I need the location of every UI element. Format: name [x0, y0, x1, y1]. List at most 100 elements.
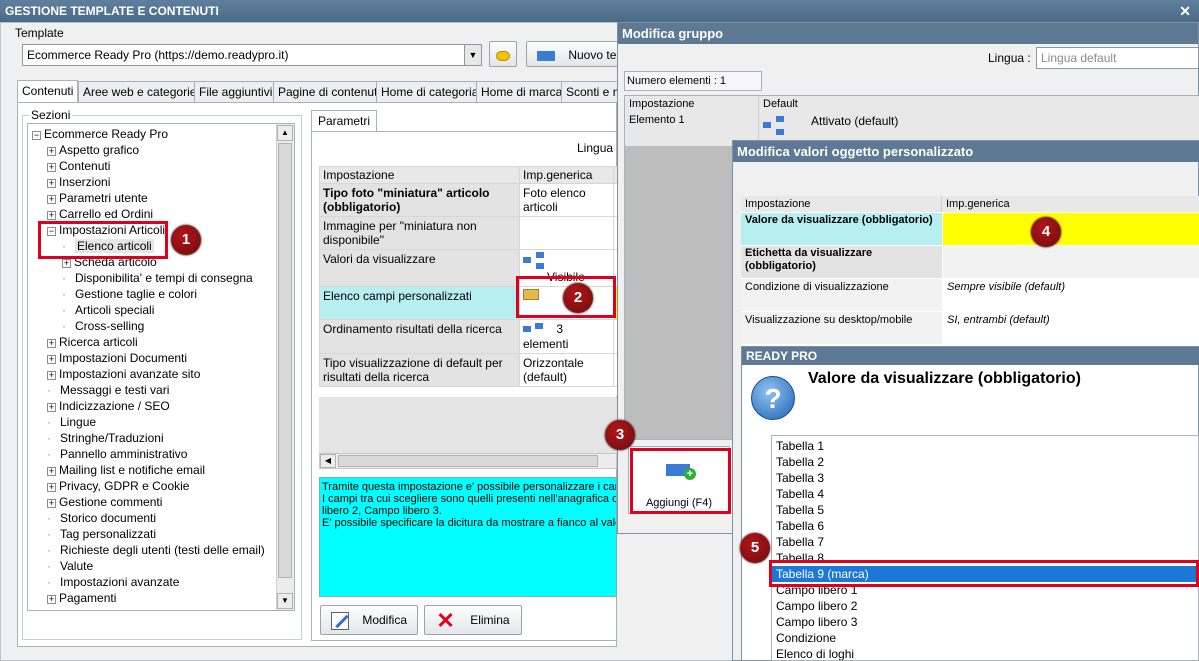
close-icon[interactable]: ✕: [1179, 0, 1191, 22]
combo-dropdown-icon[interactable]: ▼: [464, 45, 481, 65]
scroll-down-icon[interactable]: ▼: [277, 593, 293, 609]
tree-item[interactable]: · Cross-selling: [62, 318, 144, 334]
option-item[interactable]: Tabella 3: [772, 470, 1197, 486]
tree-item-label: Inserzioni: [59, 175, 111, 189]
tab-pagine-contenuti[interactable]: Pagine di contenuti: [273, 81, 386, 102]
tree-item[interactable]: + Privacy, GDPR e Cookie: [47, 478, 189, 494]
tab-contenuti[interactable]: Contenuti: [17, 80, 79, 103]
tree-item[interactable]: · Lingue: [47, 414, 96, 430]
tree-item-label: Gestione commenti: [59, 495, 163, 509]
tree-item[interactable]: + Parametri utente: [47, 190, 148, 206]
delete-button-label: Elimina: [470, 613, 510, 627]
tree-item[interactable]: · Storico documenti: [47, 510, 156, 526]
tree-item[interactable]: · Pannello amministrativo: [47, 446, 187, 462]
expand-icon[interactable]: +: [47, 499, 56, 508]
tree-item[interactable]: · Richieste degli utenti (testi delle ema…: [47, 542, 265, 558]
collapse-icon[interactable]: −: [32, 131, 41, 140]
tab-parametri[interactable]: Parametri: [311, 110, 378, 133]
tab-aree-web[interactable]: Aree web e categorie: [78, 81, 202, 102]
delete-button[interactable]: ✕ Elimina: [424, 605, 522, 635]
tree-item[interactable]: + Pagamenti: [47, 590, 116, 606]
group-lingua-input[interactable]: Lingua default: [1036, 47, 1199, 69]
edit-button[interactable]: Modifica: [320, 605, 418, 635]
new-template-button[interactable]: Nuovo te: [526, 41, 626, 67]
tree-item[interactable]: · Gestione taglie e colori: [62, 286, 197, 302]
custom-row-name: Etichetta da visualizzare (obbligatorio): [741, 246, 942, 278]
expand-icon[interactable]: +: [62, 259, 71, 268]
option-item[interactable]: Campo libero 2: [772, 598, 1197, 614]
tree-scroll-thumb[interactable]: [278, 143, 292, 578]
custom-grid[interactable]: Impostazione Imp.generica Valore da visu…: [741, 196, 1199, 346]
option-item[interactable]: Tabella 2: [772, 454, 1197, 470]
expand-icon[interactable]: +: [47, 163, 56, 172]
expand-icon[interactable]: +: [47, 403, 56, 412]
param-row-value[interactable]: Foto elenco articoli: [519, 183, 614, 217]
custom-col-generic: Imp.generica: [942, 196, 1199, 212]
option-item[interactable]: Tabella 6: [772, 518, 1197, 534]
tree-item[interactable]: · Tag personalizzati: [47, 526, 156, 542]
group-row-value: Attivato (default): [811, 114, 899, 128]
tree-item[interactable]: · Messaggi e testi vari: [47, 382, 169, 398]
expand-icon[interactable]: +: [47, 467, 56, 476]
tree-item[interactable]: − Ecommerce Ready Pro: [32, 126, 168, 142]
tree-item[interactable]: + Indicizzazione / SEO: [47, 398, 170, 414]
tree-item[interactable]: + Contenuti: [47, 158, 110, 174]
tree-connector: ·: [47, 511, 51, 525]
option-item[interactable]: Campo libero 3: [772, 614, 1197, 630]
expand-icon[interactable]: +: [47, 211, 56, 220]
tree-item[interactable]: + Mailing list e notifiche email: [47, 462, 205, 478]
custom-row-value[interactable]: [943, 246, 1199, 278]
options-listbox[interactable]: Tabella 1 Tabella 2 Tabella 3 Tabella 4 Tabe…: [771, 435, 1199, 661]
scroll-left-icon[interactable]: ◀: [320, 454, 336, 468]
tree-item[interactable]: · Stringhe/Traduzioni: [47, 430, 164, 446]
tree-item[interactable]: + Aspetto grafico: [47, 142, 139, 158]
tree-item[interactable]: + Impostazioni avanzate sito: [47, 366, 200, 382]
expand-icon[interactable]: +: [47, 595, 56, 604]
group-col-setting: Impostazione: [625, 96, 759, 112]
custom-row-name: Valore da visualizzare (obbligatorio): [741, 213, 942, 245]
expand-icon[interactable]: +: [47, 355, 56, 364]
template-folder-button[interactable]: [489, 41, 517, 67]
tab-file-aggiuntivi[interactable]: File aggiuntivi: [194, 81, 278, 102]
tab-home-categoria[interactable]: Home di categoria: [376, 81, 484, 102]
option-item[interactable]: Tabella 5: [772, 502, 1197, 518]
option-item[interactable]: Tabella 4: [772, 486, 1197, 502]
tree-item[interactable]: · Articoli speciali: [62, 302, 154, 318]
custom-row-value-yellow[interactable]: [943, 213, 1199, 245]
tree-item[interactable]: · Valute: [47, 558, 93, 574]
option-item[interactable]: Tabella 7: [772, 534, 1197, 550]
option-item[interactable]: Condizione: [772, 630, 1197, 646]
param-row-name: Immagine per "miniatura non disponibile": [319, 216, 520, 250]
expand-icon[interactable]: +: [47, 147, 56, 156]
scroll-up-icon[interactable]: ▲: [277, 125, 293, 141]
description-line: I campi tra cui scegliere sono quelli pr…: [322, 493, 617, 505]
param-row-value[interactable]: Orizzontale (default): [519, 352, 614, 387]
group-count: Numero elementi : 1: [624, 71, 762, 91]
expand-icon[interactable]: +: [47, 339, 56, 348]
tab-home-marca[interactable]: Home di marca: [476, 81, 568, 102]
tree-item[interactable]: + Ricerca articoli: [47, 334, 138, 350]
param-row-value[interactable]: [519, 216, 614, 250]
window-title-bar: GESTIONE TEMPLATE E CONTENUTI: [0, 0, 1199, 22]
grid-hscroll-thumb[interactable]: [338, 455, 598, 467]
custom-row-value[interactable]: Sempre visibile (default): [943, 279, 1199, 311]
option-item[interactable]: Elenco di loghi: [772, 646, 1197, 660]
tree-item[interactable]: · Disponibilita' e tempi di consegna: [62, 270, 253, 286]
expand-icon[interactable]: +: [47, 483, 56, 492]
option-item[interactable]: Tabella 1: [772, 438, 1197, 454]
param-row-value[interactable]: 3 elementi: [519, 319, 614, 354]
expand-icon[interactable]: +: [47, 195, 56, 204]
tree-item-label: Disponibilita' e tempi di consegna: [75, 271, 253, 285]
expand-icon[interactable]: +: [47, 371, 56, 380]
expand-icon[interactable]: +: [47, 179, 56, 188]
template-combo[interactable]: Ecommerce Ready Pro (https://demo.readyp…: [22, 44, 482, 66]
tree-item[interactable]: + Gestione commenti: [47, 494, 162, 510]
custom-row-value[interactable]: SI, entrambi (default): [943, 312, 1199, 344]
tree-item[interactable]: + Carrello ed Ordini: [47, 206, 153, 222]
tree-item[interactable]: · Impostazioni avanzate: [47, 574, 179, 590]
tree-item[interactable]: + Impostazioni Documenti: [47, 350, 187, 366]
readypro-dialog-title: READY PRO: [742, 347, 1199, 365]
tree-item[interactable]: + Inserzioni: [47, 174, 110, 190]
sections-tree[interactable]: − Ecommerce Ready Pro + Aspetto grafico + Con…: [27, 123, 295, 611]
window-title: GESTIONE TEMPLATE E CONTENUTI: [5, 4, 219, 18]
